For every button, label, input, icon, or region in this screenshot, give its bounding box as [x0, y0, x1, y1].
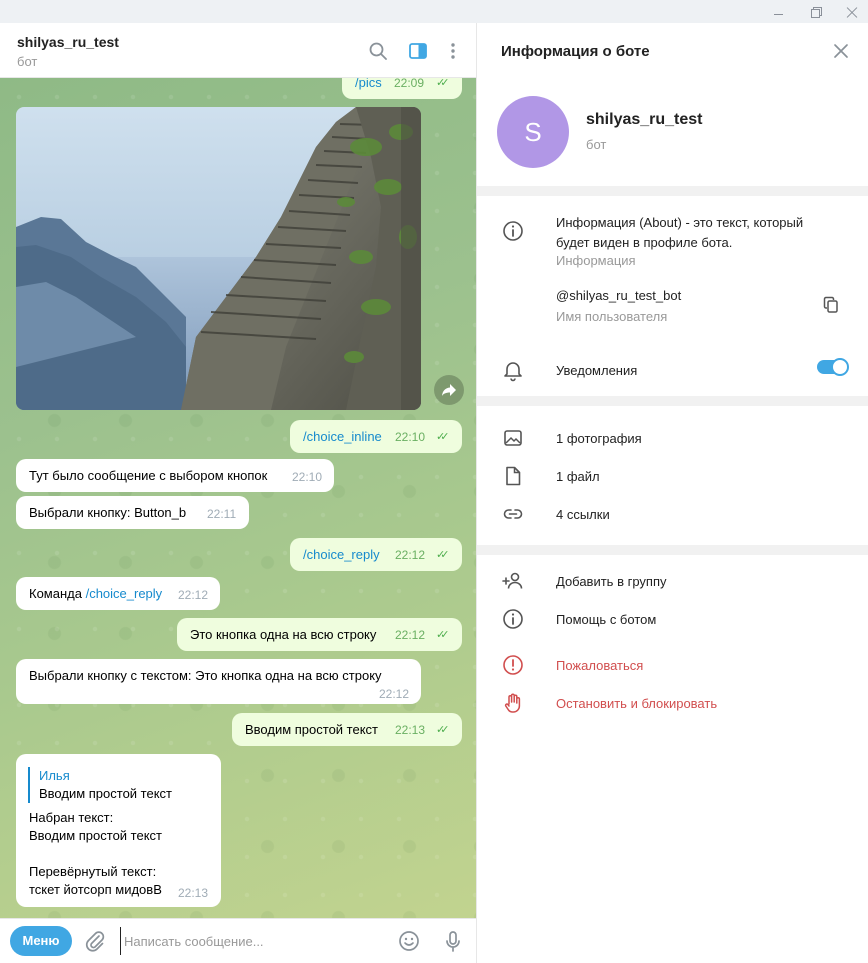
- message-text: Вводим простой текст: [245, 722, 379, 737]
- close-icon[interactable]: [832, 42, 850, 60]
- read-ticks-icon: ✓✓: [436, 78, 450, 89]
- attach-icon[interactable]: [82, 928, 108, 954]
- message-bubble-out[interactable]: Это кнопка одна на всю строку 22:12 ✓✓: [177, 618, 462, 651]
- bot-type: бот: [586, 137, 607, 152]
- message-time: 22:13: [178, 886, 209, 900]
- message-time: 22:09: [394, 78, 425, 90]
- share-icon: [442, 384, 456, 396]
- window-close-icon[interactable]: [844, 4, 860, 20]
- section-separator: [477, 545, 868, 555]
- bot-help-button[interactable]: Помощь с ботом: [556, 612, 656, 627]
- link-icon: [503, 509, 523, 519]
- bot-info-panel: Информация о боте S shilyas_ru_test бот …: [477, 23, 868, 963]
- message-line: Перевёрнутый текст:: [29, 864, 157, 879]
- username[interactable]: @shilyas_ru_test_bot: [556, 288, 681, 303]
- sidebar-toggle-icon[interactable]: [406, 39, 430, 63]
- bell-icon: [504, 362, 522, 382]
- search-icon[interactable]: [366, 39, 390, 63]
- media-photos[interactable]: 1 фотография: [556, 431, 642, 446]
- chat-subtitle: бот: [17, 54, 38, 69]
- message-line: Набран текст:: [29, 810, 114, 825]
- avatar[interactable]: S: [497, 96, 569, 168]
- message-input[interactable]: [120, 927, 380, 955]
- message-time: 22:12: [395, 628, 426, 642]
- command-link[interactable]: /pics: [355, 78, 382, 91]
- message-text: Это кнопка одна на всю строку: [190, 627, 377, 642]
- message-bubble-in[interactable]: Команда /choice_reply 22:12: [16, 577, 220, 610]
- message-bubble-out[interactable]: /choice_inline 22:10 ✓✓: [290, 420, 462, 453]
- info-icon: [503, 221, 523, 241]
- chat-title[interactable]: shilyas_ru_test: [17, 34, 119, 50]
- file-icon: [506, 466, 521, 486]
- message-text: Тут было сообщение с выбором кнопок: [29, 468, 268, 483]
- message-line: тскет йотсорп мидовВ: [29, 882, 162, 897]
- bot-menu-button[interactable]: Меню: [10, 926, 72, 956]
- message-bubble-out[interactable]: /pics 22:09 ✓✓: [342, 78, 462, 99]
- message-bubble-in[interactable]: Выбрали кнопку с текстом: Это кнопка одн…: [16, 659, 421, 704]
- command-link[interactable]: /choice_inline: [303, 428, 382, 445]
- window-titlebar: [0, 0, 868, 23]
- notifications-label: Уведомления: [556, 363, 638, 378]
- bot-name: shilyas_ru_test: [586, 111, 703, 128]
- read-ticks-icon: ✓✓: [436, 629, 450, 641]
- command-link[interactable]: /choice_reply: [303, 546, 380, 563]
- message-time: 22:12: [178, 588, 209, 602]
- command-link[interactable]: /choice_reply: [86, 586, 163, 601]
- report-icon: [503, 655, 523, 675]
- add-to-group-button[interactable]: Добавить в группу: [556, 574, 667, 589]
- message-bubble-in[interactable]: Тут было сообщение с выбором кнопок 22:1…: [16, 459, 334, 492]
- help-icon: [503, 609, 523, 629]
- restore-icon[interactable]: [808, 4, 824, 20]
- block-bot-button[interactable]: Остановить и блокировать: [556, 696, 717, 711]
- copy-icon[interactable]: [822, 295, 842, 315]
- username-label: Имя пользователя: [556, 309, 668, 324]
- about-label: Информация: [556, 253, 636, 268]
- add-user-icon: [502, 572, 523, 589]
- message-time: 22:11: [207, 507, 237, 521]
- more-vertical-icon[interactable]: [441, 39, 465, 63]
- message-bubble-out[interactable]: Вводим простой текст 22:13 ✓✓: [232, 713, 462, 746]
- panel-title: Информация о боте: [501, 43, 650, 60]
- emoji-icon[interactable]: [396, 928, 422, 954]
- about-text-line: Информация (About) - это текст, который: [556, 215, 804, 230]
- reply-quote-bar: [28, 767, 30, 803]
- message-time: 22:10: [292, 470, 323, 484]
- about-text[interactable]: Информация (About) - это текст, который …: [556, 213, 803, 253]
- block-hand-icon: [504, 693, 521, 713]
- about-text-line: будет виден в профиле бота.: [556, 235, 733, 250]
- message-time: 22:10: [395, 430, 426, 444]
- message-text: Выбрали кнопку: Button_b: [29, 505, 187, 520]
- photo-image: [16, 107, 421, 410]
- media-files[interactable]: 1 файл: [556, 469, 600, 484]
- media-links[interactable]: 4 ссылки: [556, 507, 610, 522]
- notifications-toggle[interactable]: [817, 358, 849, 376]
- message-bubble-in[interactable]: Выбрали кнопку: Button_b 22:11: [16, 496, 249, 529]
- message-time: 22:12: [395, 548, 426, 562]
- photo-message[interactable]: [16, 107, 421, 410]
- message-prefix: Команда: [29, 586, 86, 601]
- chat-header: shilyas_ru_test бот: [0, 23, 476, 78]
- reply-author[interactable]: Илья: [39, 767, 70, 784]
- message-time: 22:12: [379, 687, 410, 701]
- message-text: Выбрали кнопку с текстом: Это кнопка одн…: [29, 668, 382, 683]
- section-separator: [477, 396, 868, 406]
- chat-panel: shilyas_ru_test бот /pics 22:09 ✓✓ /choi…: [0, 23, 476, 963]
- read-ticks-icon: ✓✓: [436, 724, 450, 736]
- message-time: 22:13: [395, 723, 426, 737]
- minimize-icon[interactable]: [770, 4, 786, 20]
- message-text: Команда /choice_reply: [29, 585, 162, 602]
- read-ticks-icon: ✓✓: [436, 431, 450, 443]
- message-bubble-out[interactable]: /choice_reply 22:12 ✓✓: [290, 538, 462, 571]
- read-ticks-icon: ✓✓: [436, 549, 450, 561]
- message-list[interactable]: /pics 22:09 ✓✓ /choice_inline 22:10 ✓✓ Т…: [0, 78, 476, 941]
- share-button[interactable]: [434, 375, 464, 405]
- section-separator: [477, 186, 868, 196]
- message-bubble-in[interactable]: Илья Вводим простой текст Набран текст: …: [16, 754, 221, 907]
- report-button[interactable]: Пожаловаться: [556, 658, 643, 673]
- message-composer: Меню: [0, 918, 476, 963]
- photo-icon: [504, 430, 522, 446]
- reply-text: Вводим простой текст: [39, 786, 173, 801]
- microphone-icon[interactable]: [440, 928, 466, 954]
- message-line: Вводим простой текст: [29, 828, 163, 843]
